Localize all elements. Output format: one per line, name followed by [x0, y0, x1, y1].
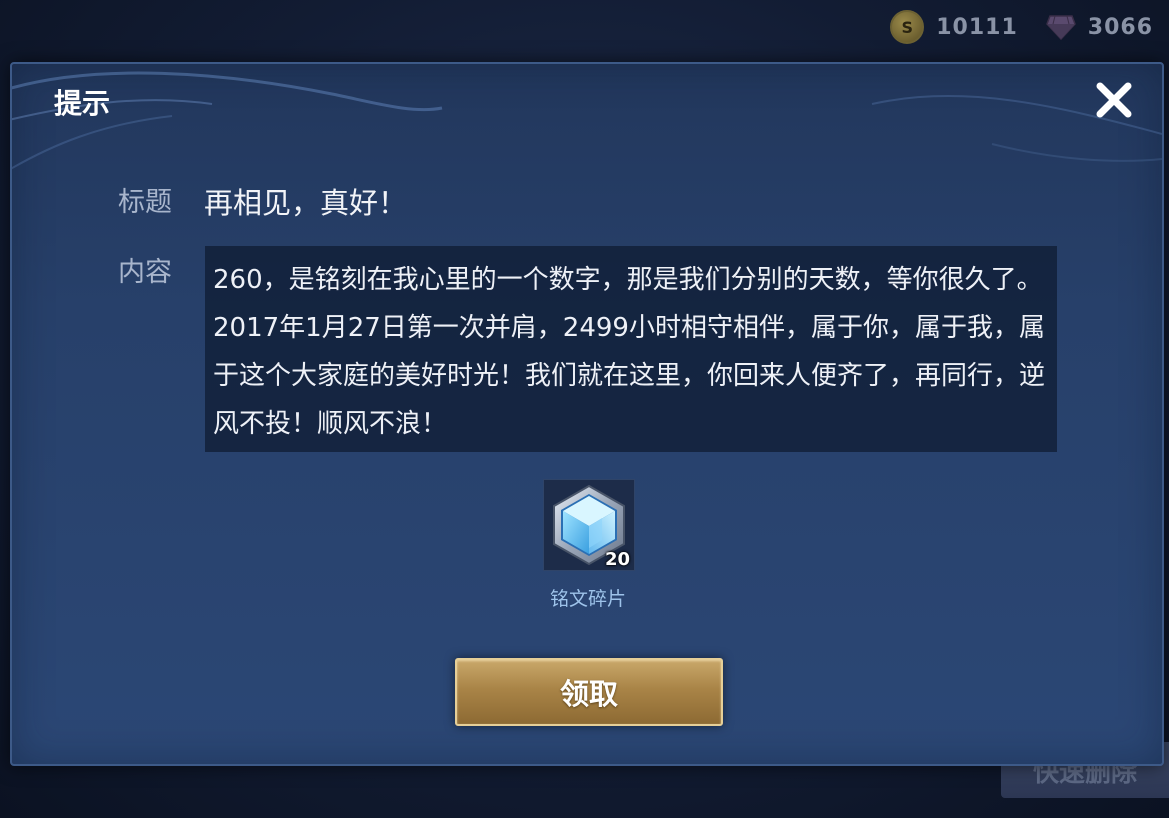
close-button[interactable]	[1090, 76, 1138, 124]
mail-title: 再相见，真好！	[204, 186, 408, 220]
mail-dialog: 提示 标题 再相见，真好！ 内容 260，是铭刻在我心里的一个数字，那是我们分别…	[10, 62, 1164, 766]
reward-item[interactable]: 20	[543, 479, 635, 571]
coin-balance: 10111	[936, 14, 1018, 40]
close-x-icon	[1096, 82, 1132, 118]
claim-button[interactable]: 领取	[455, 658, 723, 726]
reward-count: 20	[604, 549, 630, 570]
title-label: 标题	[118, 187, 172, 218]
currency-bar: S 10111 3066	[890, 10, 1153, 44]
gold-coin-icon: S	[890, 10, 925, 44]
gem-balance: 3066	[1087, 14, 1153, 40]
diamond-gem-icon	[1045, 15, 1076, 40]
decorative-swirl	[12, 71, 1162, 170]
dialog-title: 提示	[54, 87, 111, 120]
content-box[interactable]: 260，是铭刻在我心里的一个数字，那是我们分别的天数，等你很久了。2017年1月…	[205, 246, 1057, 452]
content-label: 内容	[118, 257, 172, 288]
mail-content: 260，是铭刻在我心里的一个数字，那是我们分别的天数，等你很久了。2017年1月…	[213, 265, 1046, 439]
coin-symbol: S	[901, 17, 913, 37]
reward-name: 铭文碎片	[549, 588, 626, 610]
